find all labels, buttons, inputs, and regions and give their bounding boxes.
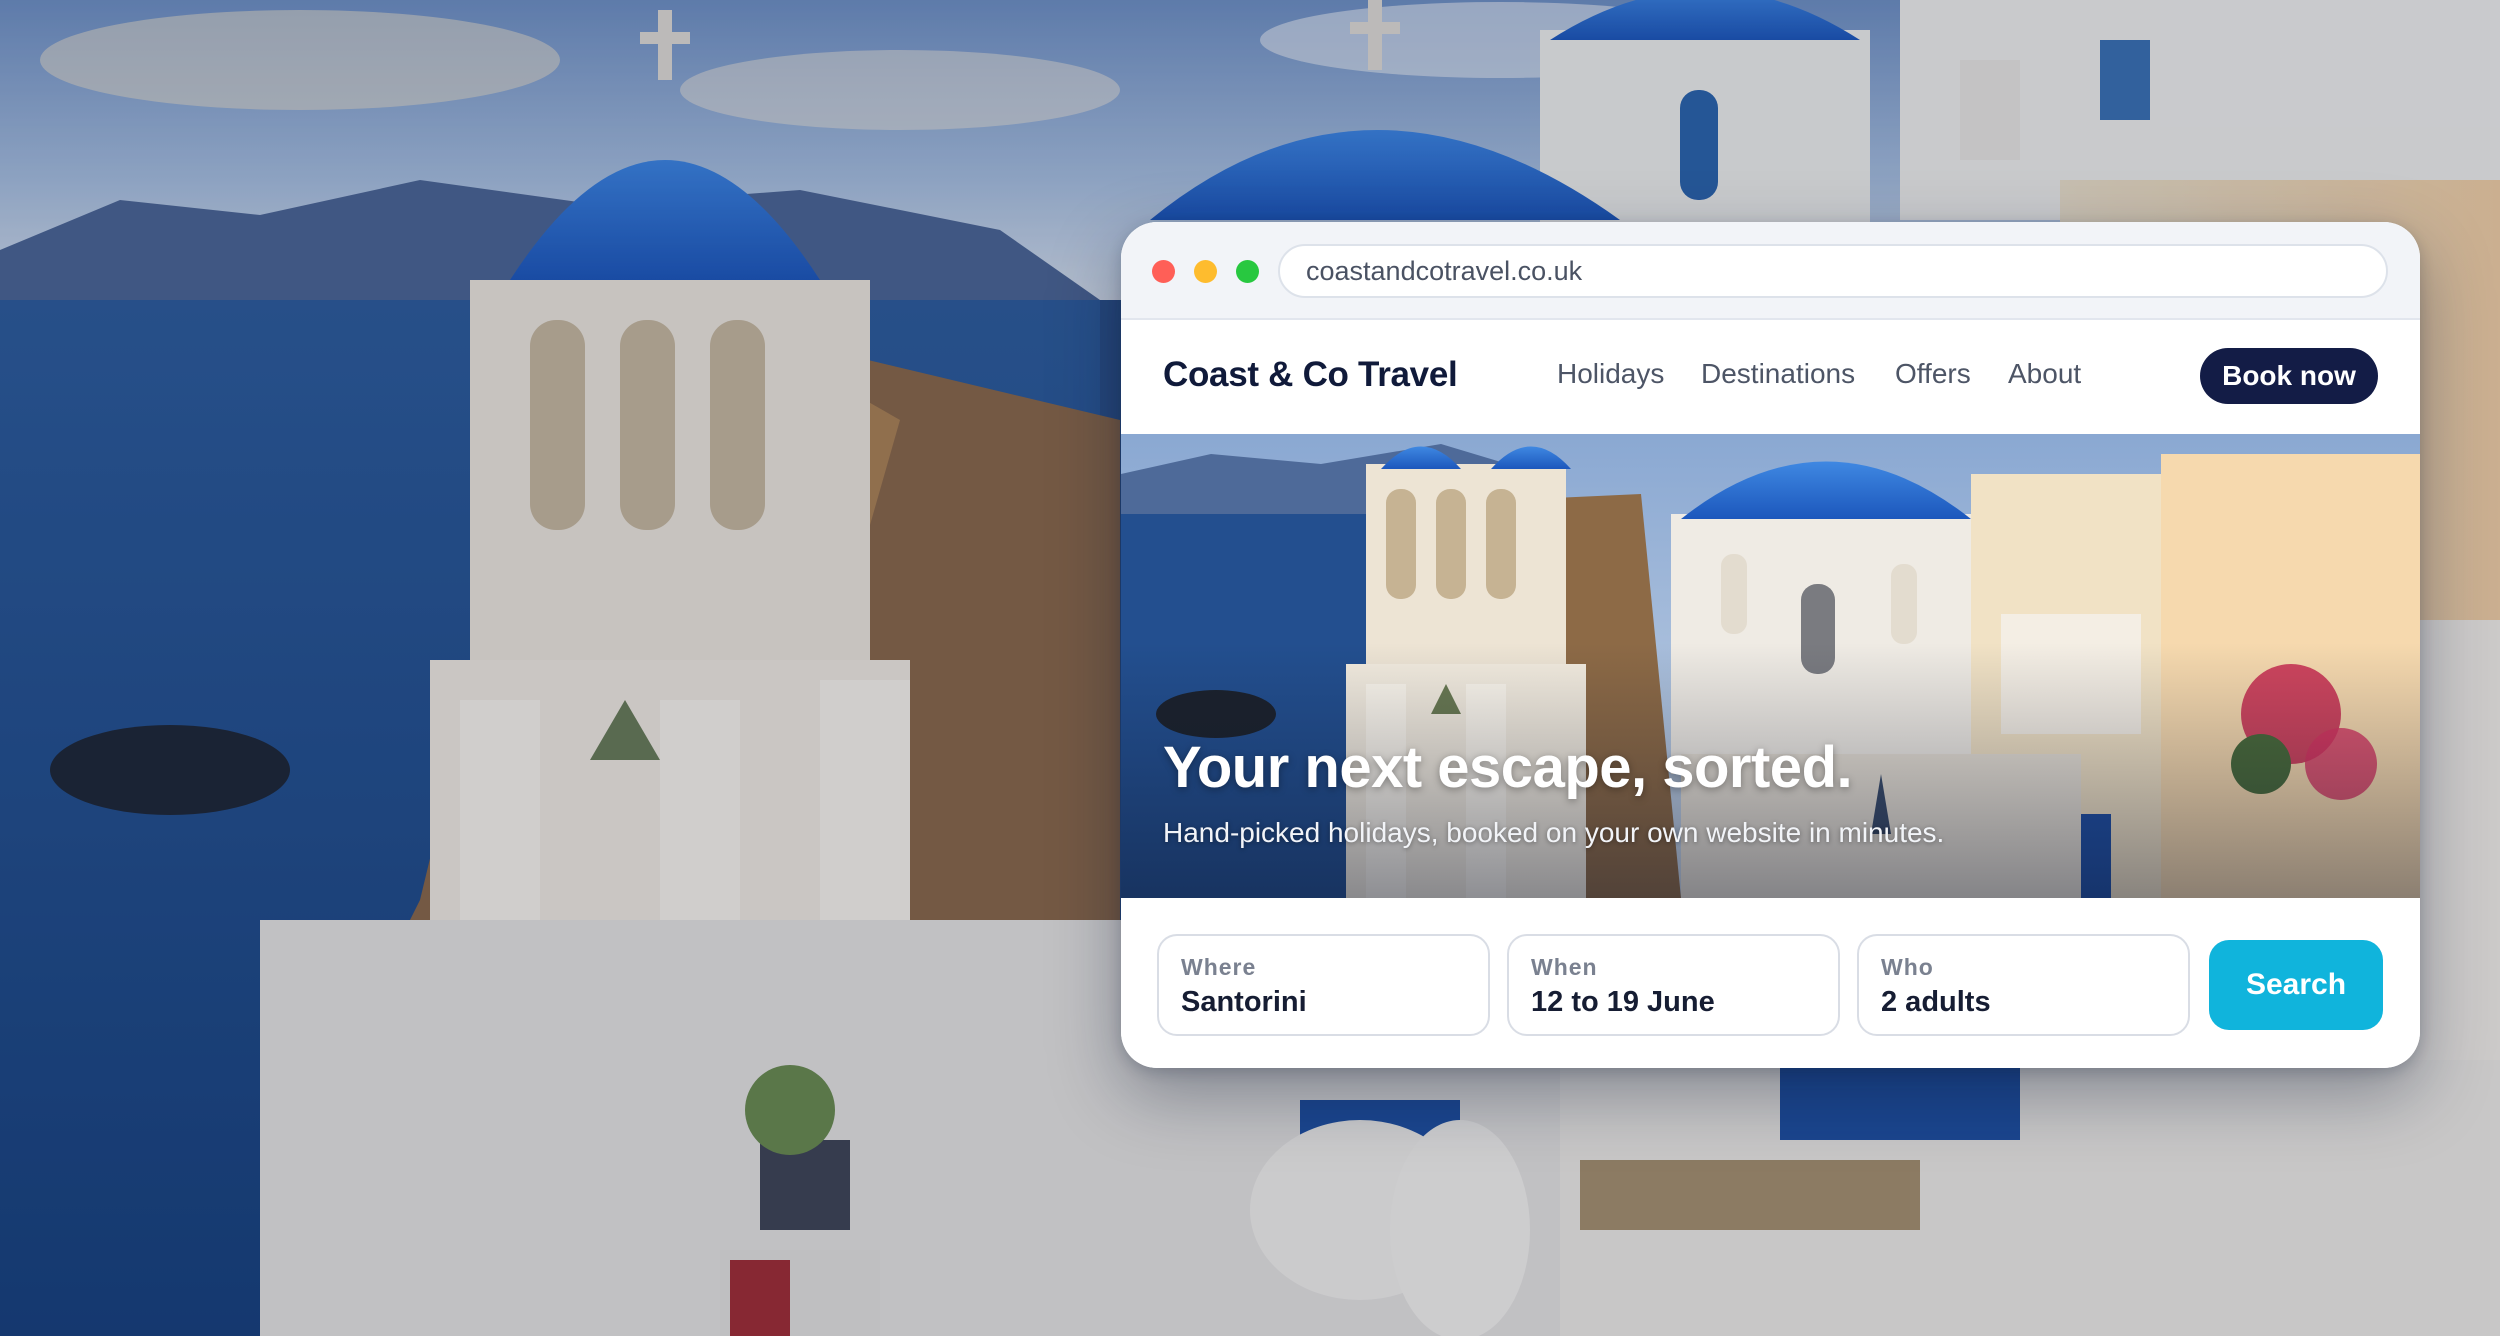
where-field[interactable]: Where <box>1157 934 1490 1036</box>
hero-banner: Your next escape, sorted. Hand-picked ho… <box>1121 434 2420 898</box>
search-button[interactable]: Search <box>2209 940 2383 1030</box>
where-field-label: Where <box>1181 954 1257 980</box>
when-input[interactable] <box>1531 986 1821 1019</box>
nav-link-about[interactable]: About <box>2008 358 2081 390</box>
booking-search-bar: Where When Who Search <box>1121 898 2420 1068</box>
site-logo-text[interactable]: Coast & Co Travel <box>1163 355 1458 395</box>
who-input[interactable] <box>1881 986 2171 1019</box>
nav-link-holidays[interactable]: Holidays <box>1557 358 1664 390</box>
book-now-button[interactable]: Book now <box>2200 348 2378 404</box>
who-field-label: Who <box>1881 954 1934 980</box>
browser-window: Coast & Co Travel Holidays Destinations … <box>1121 222 2420 1068</box>
nav-link-offers[interactable]: Offers <box>1895 358 1971 390</box>
minimize-window-dot[interactable] <box>1194 260 1217 283</box>
hero-title: Your next escape, sorted. <box>1163 735 1853 800</box>
close-window-dot[interactable] <box>1152 260 1175 283</box>
where-input[interactable] <box>1181 986 1471 1019</box>
who-field[interactable]: Who <box>1857 934 2190 1036</box>
address-bar[interactable] <box>1278 244 2388 298</box>
hero-subtitle: Hand-picked holidays, booked on your own… <box>1163 817 1945 848</box>
when-field[interactable]: When <box>1507 934 1840 1036</box>
nav-link-destinations[interactable]: Destinations <box>1701 358 1855 390</box>
when-field-label: When <box>1531 954 1598 980</box>
site-header: Coast & Co Travel Holidays Destinations … <box>1121 320 2420 434</box>
browser-toolbar <box>1121 222 2420 320</box>
maximize-window-dot[interactable] <box>1236 260 1259 283</box>
